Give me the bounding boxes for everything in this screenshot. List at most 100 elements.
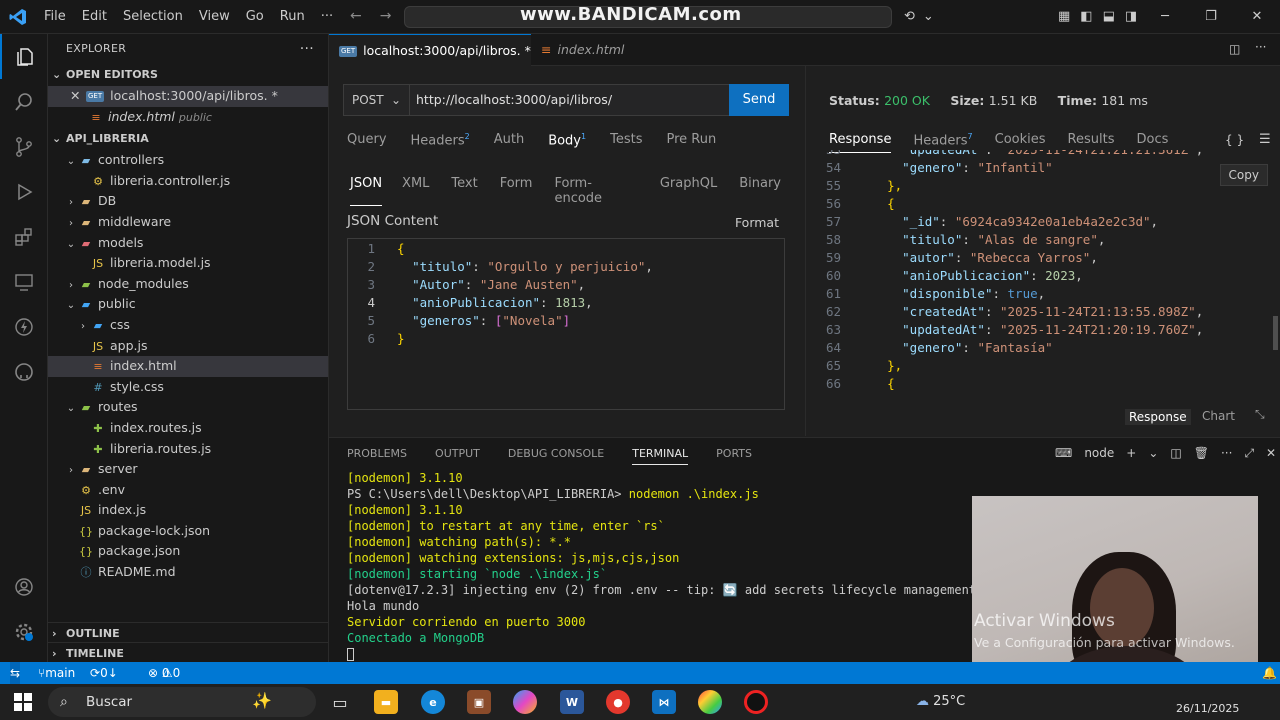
- explorer-files-icon[interactable]: [0, 34, 48, 79]
- chevron-down-icon[interactable]: ⌄: [923, 9, 934, 24]
- open-editors-section[interactable]: ⌄ OPEN EDITORS: [48, 64, 328, 86]
- split-terminal-icon[interactable]: ◫: [1170, 446, 1181, 461]
- toggle-sidebar-icon[interactable]: ◧: [1080, 9, 1092, 24]
- tab-terminal[interactable]: TERMINAL: [632, 447, 689, 465]
- toggle-panel-icon[interactable]: ⬓: [1103, 9, 1115, 24]
- menu-icon[interactable]: ☰: [1259, 132, 1271, 147]
- tree-item[interactable]: › ▰ middleware: [48, 212, 328, 233]
- tab-problems[interactable]: PROBLEMS: [347, 447, 407, 465]
- copilot-icon[interactable]: ⟲: [904, 9, 915, 24]
- remote-indicator-icon[interactable]: ⇆: [10, 662, 21, 684]
- tree-item[interactable]: JS libreria.model.js: [48, 253, 328, 274]
- tree-item[interactable]: ⌄ ▰ public: [48, 294, 328, 315]
- tree-item[interactable]: {} package.json: [48, 541, 328, 562]
- more-actions-icon[interactable]: ···: [300, 34, 314, 64]
- response-view-button[interactable]: Response: [1125, 409, 1191, 425]
- colorful-app-icon[interactable]: [698, 690, 722, 714]
- weather-widget[interactable]: ☁ 25°C: [916, 694, 965, 709]
- maximize-panel-icon[interactable]: ⤢: [1244, 446, 1254, 461]
- tab-pre-run[interactable]: Pre Run: [666, 132, 716, 148]
- menu-run[interactable]: Run: [272, 0, 313, 34]
- tree-item[interactable]: ⓘ README.md: [48, 562, 328, 583]
- menu-go[interactable]: Go: [238, 0, 272, 34]
- run-debug-icon[interactable]: [0, 169, 48, 214]
- file-explorer-icon[interactable]: ▬: [374, 690, 398, 714]
- tree-item[interactable]: {} package-lock.json: [48, 521, 328, 542]
- task-view-icon[interactable]: ▭: [328, 690, 352, 714]
- minimize-icon[interactable]: ─: [1142, 0, 1188, 34]
- account-icon[interactable]: [0, 564, 48, 609]
- tree-item[interactable]: › ▰ DB: [48, 191, 328, 212]
- tab-debug-console[interactable]: DEBUG CONSOLE: [508, 447, 604, 465]
- notifications-icon[interactable]: 🔔: [1262, 662, 1277, 684]
- menu-edit[interactable]: Edit: [74, 0, 115, 34]
- tab-body[interactable]: Body1: [548, 132, 586, 148]
- response-scrollbar[interactable]: [1273, 316, 1278, 350]
- more-actions-icon[interactable]: ···: [1221, 446, 1232, 461]
- tab-headers[interactable]: Headers2: [411, 132, 470, 148]
- body-type-xml[interactable]: XML: [402, 176, 429, 206]
- toggle-secondary-sidebar-icon[interactable]: ◨: [1125, 9, 1137, 24]
- outline-section[interactable]: › OUTLINE: [48, 622, 329, 644]
- project-section[interactable]: ⌄ API_LIBRERIA: [48, 128, 328, 150]
- restore-icon[interactable]: ❐: [1188, 0, 1234, 34]
- method-select[interactable]: POST ⌄: [344, 85, 410, 115]
- body-type-binary[interactable]: Binary: [739, 176, 781, 206]
- timeline-section[interactable]: › TIMELINE: [48, 642, 329, 664]
- tab-index-html[interactable]: ≡ index.html: [531, 34, 643, 66]
- expand-icon[interactable]: ⤡: [1255, 407, 1265, 422]
- send-button[interactable]: Send: [729, 84, 789, 116]
- tree-item[interactable]: ⚙ libreria.controller.js: [48, 171, 328, 192]
- close-icon[interactable]: ✕: [1234, 0, 1280, 34]
- close-panel-icon[interactable]: ✕: [1266, 446, 1276, 461]
- remote-explorer-icon[interactable]: [0, 259, 48, 304]
- response-body[interactable]: 53 "updatedAt": "2025-11-24T21:21:21.361…: [807, 150, 1273, 392]
- tree-item[interactable]: # style.css: [48, 377, 328, 398]
- chrome-icon[interactable]: ●: [606, 690, 630, 714]
- url-input[interactable]: http://localhost:3000/api/libros/: [416, 85, 612, 115]
- problems-indicator[interactable]: ⊗ 0 ⚠ 0: [148, 662, 180, 684]
- json-body-editor[interactable]: 1{ 2 "titulo": "Orgullo y perjuicio", 3 …: [347, 238, 785, 410]
- menu-selection[interactable]: Selection: [115, 0, 191, 34]
- chart-view-button[interactable]: Chart: [1202, 409, 1235, 423]
- body-type-form-encode[interactable]: Form-encode: [554, 176, 637, 206]
- tree-item[interactable]: ✚ index.routes.js: [48, 418, 328, 439]
- open-editor-index-html[interactable]: ≡ index.html public: [48, 107, 328, 128]
- tree-item[interactable]: ≡ index.html: [48, 356, 328, 377]
- tree-item[interactable]: ⌄ ▰ controllers: [48, 150, 328, 171]
- bandicam-record-icon[interactable]: [744, 690, 768, 714]
- tree-item[interactable]: ⌄ ▰ models: [48, 233, 328, 254]
- edge-browser-icon[interactable]: e: [421, 690, 445, 714]
- split-editor-icon[interactable]: ◫: [1229, 42, 1240, 56]
- copy-button[interactable]: Copy: [1219, 164, 1268, 186]
- tree-item[interactable]: › ▰ css: [48, 315, 328, 336]
- extensions-icon[interactable]: [0, 214, 48, 259]
- braces-icon[interactable]: { }: [1225, 133, 1244, 147]
- body-type-text[interactable]: Text: [451, 176, 477, 206]
- tree-item[interactable]: JS index.js: [48, 500, 328, 521]
- tab-ports[interactable]: PORTS: [716, 447, 752, 465]
- github-icon[interactable]: [0, 349, 48, 394]
- clock-date[interactable]: 26/11/2025: [1176, 702, 1239, 715]
- tree-item[interactable]: › ▰ server: [48, 459, 328, 480]
- windows-start-icon[interactable]: [14, 693, 32, 711]
- copilot-app-icon[interactable]: [513, 690, 537, 714]
- tab-query[interactable]: Query: [347, 132, 387, 148]
- forward-arrow-icon[interactable]: →: [380, 8, 392, 24]
- tab-output[interactable]: OUTPUT: [435, 447, 480, 465]
- more-actions-icon[interactable]: ···: [1255, 40, 1266, 54]
- tree-item[interactable]: › ▰ node_modules: [48, 274, 328, 295]
- trash-icon[interactable]: 🗑: [1194, 446, 1209, 461]
- terminal-output[interactable]: [nodemon] 3.1.10 PS C:\Users\dell\Desktop…: [347, 470, 1034, 662]
- menu-file[interactable]: File: [36, 0, 74, 34]
- source-control-icon[interactable]: [0, 124, 48, 169]
- body-type-graphql[interactable]: GraphQL: [660, 176, 717, 206]
- tab-tests[interactable]: Tests: [610, 132, 642, 148]
- thunder-client-icon[interactable]: [0, 304, 48, 349]
- settings-gear-icon[interactable]: [0, 609, 48, 654]
- terminal-name[interactable]: node: [1084, 446, 1114, 461]
- menu-view[interactable]: View: [191, 0, 238, 34]
- tree-item[interactable]: ✚ libreria.routes.js: [48, 439, 328, 460]
- open-editor-thunder-request[interactable]: ✕ GET localhost:3000/api/libros. *: [48, 86, 328, 107]
- search-icon[interactable]: [0, 79, 48, 124]
